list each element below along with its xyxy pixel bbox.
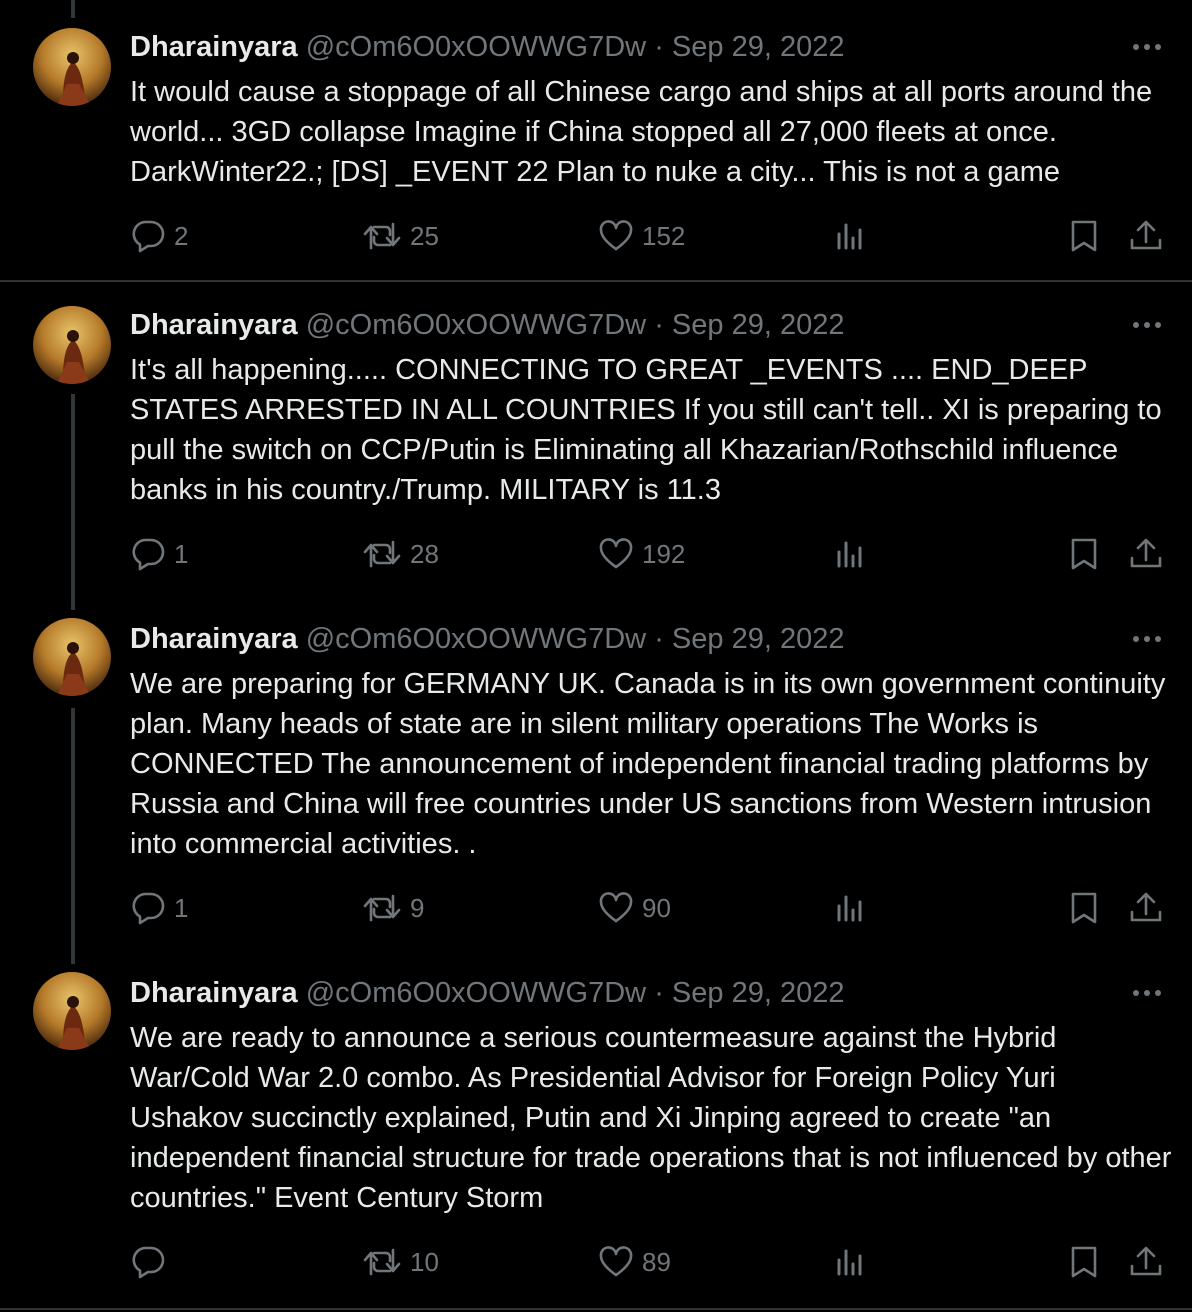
views-button[interactable] — [834, 886, 866, 930]
tweet-date[interactable]: Sep 29, 2022 — [672, 977, 845, 1009]
reply-button[interactable] — [130, 1240, 174, 1284]
display-name[interactable]: Dharainyara — [130, 623, 298, 655]
share-button[interactable] — [1128, 1240, 1164, 1284]
like-button[interactable]: 90 — [598, 886, 671, 930]
tweet-actions: 1 9 90 — [0, 886, 1192, 930]
heart-icon — [599, 220, 633, 251]
retweet-button[interactable]: 28 — [362, 532, 439, 576]
retweet-count: 25 — [410, 220, 439, 251]
tweet[interactable]: Dharainyara @cOm6O0xOOWWG7Dw · Sep 29, 2… — [0, 0, 1192, 282]
like-count: 89 — [642, 1246, 671, 1277]
tweet-actions: 1 28 192 — [0, 532, 1192, 576]
share-icon — [1130, 1246, 1162, 1276]
views-chart-icon — [837, 541, 862, 568]
more-icon[interactable] — [1128, 624, 1166, 654]
avatar[interactable] — [33, 618, 111, 696]
bookmark-icon — [1071, 538, 1097, 570]
share-icon — [1130, 892, 1162, 922]
tweet-text: It's all happening..... CONNECTING TO GR… — [130, 354, 1162, 506]
views-chart-icon — [837, 223, 862, 250]
tweet-date[interactable]: Sep 29, 2022 — [672, 623, 845, 655]
retweet-button[interactable]: 9 — [362, 886, 424, 930]
views-button[interactable] — [834, 532, 866, 576]
heart-icon — [599, 538, 633, 569]
avatar[interactable] — [33, 972, 111, 1050]
heart-icon — [599, 892, 633, 923]
more-icon[interactable] — [1128, 310, 1166, 340]
display-name[interactable]: Dharainyara — [130, 31, 298, 63]
user-handle[interactable]: @cOm6O0xOOWWG7Dw — [306, 623, 646, 655]
tweet-header: Dharainyara @cOm6O0xOOWWG7Dw · Sep 29, 2… — [130, 973, 844, 1013]
reply-icon — [132, 220, 165, 253]
bookmark-icon — [1071, 220, 1097, 252]
like-button[interactable]: 152 — [598, 214, 685, 258]
separator: · — [654, 31, 664, 63]
reply-count: 2 — [174, 220, 189, 251]
views-chart-icon — [837, 1249, 862, 1276]
reply-button[interactable]: 1 — [130, 886, 188, 930]
tweet-header: Dharainyara @cOm6O0xOOWWG7Dw · Sep 29, 2… — [130, 305, 844, 345]
bookmark-icon — [1071, 892, 1097, 924]
reply-button[interactable]: 1 — [130, 532, 188, 576]
retweet-count: 9 — [410, 892, 425, 923]
tweet-date[interactable]: Sep 29, 2022 — [672, 309, 845, 341]
user-handle[interactable]: @cOm6O0xOOWWG7Dw — [306, 977, 646, 1009]
tweet[interactable]: Dharainyara @cOm6O0xOOWWG7Dw · Sep 29, 2… — [0, 600, 1192, 954]
tweet[interactable]: Dharainyara @cOm6O0xOOWWG7Dw · Sep 29, 2… — [0, 954, 1192, 1310]
retweet-count: 10 — [410, 1246, 439, 1277]
like-count: 152 — [642, 220, 686, 251]
share-icon — [1130, 538, 1162, 568]
bookmark-button[interactable] — [1068, 886, 1100, 930]
user-handle[interactable]: @cOm6O0xOOWWG7Dw — [306, 31, 646, 63]
reply-count: 1 — [174, 538, 189, 569]
like-count: 192 — [642, 538, 686, 569]
bookmark-button[interactable] — [1068, 214, 1100, 258]
retweet-icon — [363, 894, 401, 922]
user-handle[interactable]: @cOm6O0xOOWWG7Dw — [306, 309, 646, 341]
bookmark-button[interactable] — [1068, 1240, 1100, 1284]
tweet-actions: 10 89 — [0, 1240, 1192, 1284]
like-button[interactable]: 192 — [598, 532, 685, 576]
avatar[interactable] — [33, 28, 111, 106]
retweet-button[interactable]: 10 — [362, 1240, 439, 1284]
views-chart-icon — [837, 895, 862, 922]
share-button[interactable] — [1128, 532, 1164, 576]
reply-icon — [132, 1246, 165, 1279]
retweet-icon — [363, 222, 401, 250]
reply-count: 1 — [174, 892, 189, 923]
separator: · — [654, 309, 664, 341]
share-button[interactable] — [1128, 886, 1164, 930]
display-name[interactable]: Dharainyara — [130, 977, 298, 1009]
share-button[interactable] — [1128, 214, 1164, 258]
retweet-icon — [363, 540, 401, 568]
like-button[interactable]: 89 — [598, 1240, 671, 1284]
views-button[interactable] — [834, 1240, 866, 1284]
like-count: 90 — [642, 892, 671, 923]
avatar[interactable] — [33, 306, 111, 384]
share-icon — [1130, 220, 1162, 250]
retweet-icon — [363, 1248, 401, 1276]
tweet[interactable]: Dharainyara @cOm6O0xOOWWG7Dw · Sep 29, 2… — [0, 282, 1192, 600]
reply-icon — [132, 538, 165, 571]
views-button[interactable] — [834, 214, 866, 258]
tweet-header: Dharainyara @cOm6O0xOOWWG7Dw · Sep 29, 2… — [130, 27, 844, 67]
heart-icon — [599, 1246, 633, 1277]
bookmark-icon — [1071, 1246, 1097, 1278]
separator: · — [654, 977, 664, 1009]
reply-button[interactable]: 2 — [130, 214, 188, 258]
retweet-count: 28 — [410, 538, 439, 569]
more-icon[interactable] — [1128, 32, 1166, 62]
separator: · — [654, 623, 664, 655]
display-name[interactable]: Dharainyara — [130, 309, 298, 341]
more-icon[interactable] — [1128, 978, 1166, 1008]
reply-icon — [132, 892, 165, 925]
retweet-button[interactable]: 25 — [362, 214, 439, 258]
tweet-text: We are preparing for GERMANY UK. Canada … — [130, 668, 1166, 860]
tweet-actions: 2 25 152 — [0, 214, 1192, 258]
bookmark-button[interactable] — [1068, 532, 1100, 576]
tweet-date[interactable]: Sep 29, 2022 — [672, 31, 845, 63]
tweet-text: We are ready to announce a serious count… — [130, 1022, 1172, 1214]
tweet-text: It would cause a stoppage of all Chinese… — [130, 76, 1153, 188]
tweet-header: Dharainyara @cOm6O0xOOWWG7Dw · Sep 29, 2… — [130, 619, 844, 659]
